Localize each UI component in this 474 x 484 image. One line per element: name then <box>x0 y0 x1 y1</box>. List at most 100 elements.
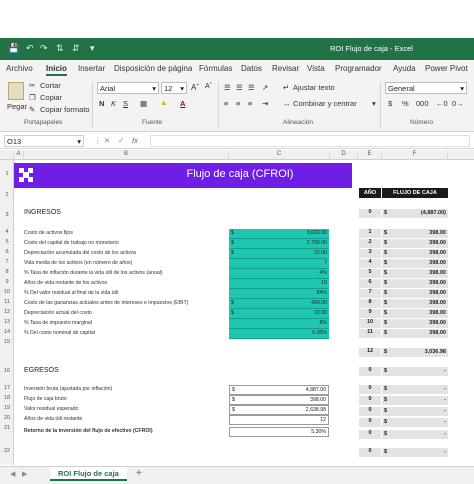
column-header-b[interactable]: B <box>24 151 229 160</box>
row-header[interactable]: 4 <box>0 229 14 235</box>
year-cell[interactable]: 1 <box>359 229 381 238</box>
row-header[interactable]: 15 <box>0 339 14 345</box>
year-cell[interactable]: 4 <box>359 259 381 268</box>
year-cell[interactable]: 11 <box>359 329 381 338</box>
input-cell[interactable]: 8% <box>229 319 329 329</box>
increase-decimal-icon[interactable]: ←0 <box>436 99 448 108</box>
fx-button[interactable]: fx <box>132 136 138 145</box>
menu-ayuda[interactable]: Ayuda <box>393 64 416 73</box>
year-cell[interactable]: 0 <box>359 418 381 427</box>
indent-icon[interactable]: ⇥ <box>262 99 268 108</box>
row-header[interactable]: 11 <box>0 299 14 305</box>
cashflow-cell[interactable]: $ - <box>382 407 448 416</box>
select-all-corner[interactable] <box>0 151 14 160</box>
cut-icon[interactable]: ✂ <box>29 81 35 90</box>
font-size-select[interactable]: 12 ▾ <box>161 82 187 94</box>
row-header[interactable]: 22 <box>0 448 14 454</box>
paste-button[interactable]: Pegar <box>7 102 27 111</box>
year-cell[interactable]: 0 <box>359 407 381 416</box>
font-color-icon[interactable]: A <box>180 99 185 108</box>
save-icon[interactable]: 💾 <box>8 43 19 54</box>
row-header[interactable]: 12 <box>0 309 14 315</box>
customize-toolbar-icon[interactable]: ▾ <box>90 43 95 54</box>
year-cell[interactable]: 0 <box>359 448 381 457</box>
merge-center-button[interactable]: Combinar y centrar <box>293 99 357 108</box>
result-cell[interactable]: 5.30% <box>229 427 329 437</box>
row-header[interactable]: 10 <box>0 289 14 295</box>
row-header[interactable]: 20 <box>0 415 14 421</box>
merge-icon[interactable]: ↔ <box>283 99 291 108</box>
redo-icon[interactable]: ↷ <box>40 43 48 54</box>
column-header-a[interactable]: A <box>14 151 24 160</box>
cancel-icon[interactable]: ✕ <box>104 136 110 145</box>
cashflow-cell[interactable]: $398.00 <box>382 259 448 268</box>
number-format-select[interactable]: General ▾ <box>385 82 467 94</box>
row-header[interactable]: 3 <box>0 212 14 218</box>
menu-datos[interactable]: Datos <box>241 64 262 73</box>
year-cell[interactable]: 0 <box>359 430 381 439</box>
row-header[interactable]: 8 <box>0 269 14 275</box>
input-cell[interactable]: $3,000.00 <box>229 229 329 239</box>
format-painter-button[interactable]: Copiar formato <box>40 105 90 114</box>
name-box[interactable]: O13 ▾ <box>4 135 84 147</box>
menu-archivo[interactable]: Archivo <box>6 64 33 73</box>
align-right-icon[interactable]: ≡ <box>248 99 252 108</box>
cashflow-cell[interactable]: $3,036.98 <box>382 348 448 357</box>
cashflow-cell[interactable]: $398.00 <box>382 319 448 328</box>
row-header[interactable]: 21 <box>0 425 14 431</box>
align-center-icon[interactable]: ≡ <box>236 99 240 108</box>
input-cell[interactable]: 10 <box>229 279 329 289</box>
wrap-text-button[interactable]: Ajustar texto <box>293 83 335 92</box>
cashflow-cell[interactable]: $ (4,887.00) <box>382 209 448 218</box>
menu-inicio[interactable]: Inicio <box>46 64 67 76</box>
input-cell[interactable]: 4% <box>229 269 329 279</box>
cashflow-cell[interactable]: $ - <box>382 448 448 457</box>
menu-power-pivot[interactable]: Power Pivot <box>425 64 468 73</box>
cashflow-cell[interactable]: $ - <box>382 385 448 394</box>
tab-scroll-right-icon[interactable]: ▶ <box>22 470 27 478</box>
row-header[interactable]: 17 <box>0 385 14 391</box>
year-cell[interactable]: 12 <box>359 348 381 357</box>
italic-button[interactable]: K <box>111 99 116 108</box>
row-header[interactable]: 9 <box>0 279 14 285</box>
column-header-d[interactable]: D <box>330 151 358 160</box>
font-name-select[interactable]: Arial ▾ <box>97 82 159 94</box>
year-cell[interactable]: 0 <box>359 367 381 376</box>
add-sheet-button[interactable]: + <box>136 468 142 479</box>
wrap-text-icon[interactable]: ↵ <box>283 83 289 92</box>
cashflow-cell[interactable]: $ - <box>382 418 448 427</box>
tab-scroll-left-icon[interactable]: ◀ <box>10 470 15 478</box>
cashflow-cell[interactable]: $ - <box>382 367 448 376</box>
row-header[interactable]: 6 <box>0 249 14 255</box>
year-cell[interactable]: 9 <box>359 309 381 318</box>
increase-font-icon[interactable]: Aˆ <box>191 83 199 92</box>
input-cell[interactable]: 7 <box>229 259 329 269</box>
undo-icon[interactable]: ↶ <box>26 43 34 54</box>
menu-disposicion[interactable]: Disposición de página <box>114 64 192 73</box>
input-cell[interactable]: $10.00 <box>229 309 329 319</box>
output-cell[interactable]: 12 <box>229 415 329 425</box>
output-cell[interactable]: $2,638.98 <box>229 405 329 415</box>
align-top-icon[interactable]: ☰ <box>224 83 231 92</box>
borders-icon[interactable]: ▦ <box>140 99 147 108</box>
align-bottom-icon[interactable]: ☰ <box>248 83 255 92</box>
output-cell[interactable]: $4,887.00 <box>229 385 329 395</box>
row-header[interactable]: 5 <box>0 239 14 245</box>
cashflow-cell[interactable]: $ - <box>382 430 448 439</box>
year-cell[interactable]: 2 <box>359 239 381 248</box>
cashflow-cell[interactable]: $398.00 <box>382 279 448 288</box>
year-cell[interactable]: 0 <box>359 385 381 394</box>
year-cell[interactable]: 6 <box>359 279 381 288</box>
cashflow-cell[interactable]: $398.00 <box>382 299 448 308</box>
sort-asc-icon[interactable]: ⇅ <box>56 43 64 54</box>
menu-programador[interactable]: Programador <box>335 64 382 73</box>
year-cell[interactable]: 3 <box>359 249 381 258</box>
year-cell[interactable]: 10 <box>359 319 381 328</box>
input-cell[interactable]: 54% <box>229 289 329 299</box>
row-header[interactable]: 1 <box>0 171 14 177</box>
input-cell[interactable]: $400.00 <box>229 299 329 309</box>
chevron-down-icon[interactable]: ▾ <box>372 99 376 108</box>
year-cell[interactable]: 7 <box>359 289 381 298</box>
thousands-format-button[interactable]: 000 <box>416 99 429 108</box>
column-header-c[interactable]: C <box>229 151 330 160</box>
